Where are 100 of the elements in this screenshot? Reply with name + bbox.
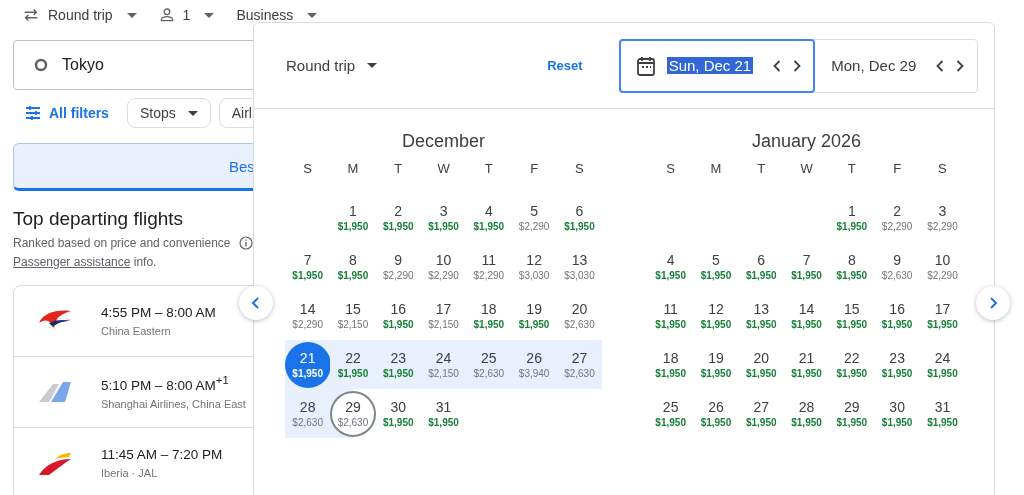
calendar-day[interactable]: 15 $2,150 — [329, 292, 376, 339]
calendar-day[interactable]: 8 $1,950 — [329, 243, 376, 290]
month-title: December — [401, 131, 486, 153]
calendar-day[interactable]: 5 $1,950 — [692, 243, 739, 290]
calendar-day[interactable]: 26 $1,950 — [692, 390, 739, 437]
calendar-day[interactable]: 20 $1,950 — [738, 341, 785, 388]
airline-names: Shanghai Airlines, China East — [101, 397, 246, 410]
calendar-day[interactable]: 13 $1,950 — [738, 292, 785, 339]
passengers-dropdown[interactable]: 1 — [158, 7, 215, 23]
calendar-day[interactable]: 22 $1,950 — [828, 341, 875, 388]
weekday-label: T — [846, 161, 857, 178]
weekday-label: F — [529, 161, 540, 178]
trip-type-dropdown[interactable]: Round trip — [22, 6, 137, 24]
calendar-day[interactable]: 9 $2,630 — [874, 243, 921, 290]
calendar-day[interactable]: 7 $1,950 — [783, 243, 830, 290]
weekday-label: S — [302, 161, 313, 178]
calendar-day[interactable]: 16 $1,950 — [874, 292, 921, 339]
info-text: info. — [133, 255, 157, 269]
weekday-label: M — [709, 161, 723, 178]
weekday-label: T — [393, 161, 404, 178]
calendar-day[interactable]: 2 $2,290 — [874, 194, 921, 241]
filter-chip[interactable]: Stops — [126, 98, 211, 128]
calendar-day[interactable]: 25 $1,950 — [647, 390, 694, 437]
calendar-day[interactable]: 21 $1,950 — [783, 341, 830, 388]
calendar-day[interactable]: 6 $1,950 — [556, 194, 603, 241]
weekday-label: M — [346, 161, 360, 178]
calendar-day[interactable]: 1 $1,950 — [828, 194, 875, 241]
weekday-label: T — [756, 161, 767, 178]
calendar-day[interactable]: 21 $1,950 — [284, 341, 331, 388]
calendar-day[interactable]: 29 $2,630 — [329, 390, 376, 437]
calendar-day[interactable]: 8 $1,950 — [828, 243, 875, 290]
calendar-day[interactable]: 4 $1,950 — [647, 243, 694, 290]
origin-field[interactable]: Tokyo — [13, 40, 253, 90]
calendar-day[interactable]: 19 $1,950 — [692, 341, 739, 388]
next-month-button[interactable] — [976, 286, 1010, 320]
calendar-day[interactable]: 4 $1,950 — [465, 194, 512, 241]
calendar-day[interactable]: 31 $1,950 — [919, 390, 966, 437]
calendar-day[interactable]: 9 $2,290 — [375, 243, 422, 290]
results-heading: Top departing flights — [13, 208, 185, 230]
calendar-day[interactable]: 3 $1,950 — [420, 194, 467, 241]
calendar-day[interactable]: 14 $2,290 — [284, 292, 331, 339]
ring-icon — [34, 58, 48, 72]
filter-chip[interactable]: Airli — [218, 98, 253, 128]
weekday-label: S — [937, 161, 948, 178]
calendar-day[interactable]: 25 $2,630 — [465, 341, 512, 388]
passenger-assistance-link[interactable]: Passenger assistance — [13, 255, 131, 269]
calendar-day[interactable]: 13 $3,030 — [556, 243, 603, 290]
calendar-day[interactable]: 22 $1,950 — [329, 341, 376, 388]
info-icon — [238, 236, 253, 250]
trip-type-dropdown[interactable]: Round trip — [286, 57, 378, 74]
calendar-day[interactable]: 23 $1,950 — [375, 341, 422, 388]
calendar-day[interactable]: 14 $1,950 — [783, 292, 830, 339]
calendar-day[interactable]: 24 $2,150 — [420, 341, 467, 388]
calendar-day[interactable]: 19 $1,950 — [511, 292, 558, 339]
calendar-day[interactable]: 11 $1,950 — [647, 292, 694, 339]
calendar-day[interactable]: 10 $2,290 — [420, 243, 467, 290]
calendar-day[interactable]: 30 $1,950 — [375, 390, 422, 437]
calendar-day[interactable]: 2 $1,950 — [375, 194, 422, 241]
calendar-day[interactable]: 28 $1,950 — [783, 390, 830, 437]
calendar-day[interactable]: 20 $2,630 — [556, 292, 603, 339]
calendar-day[interactable]: 17 $1,950 — [919, 292, 966, 339]
chevron-right-icon — [987, 296, 999, 310]
calendar-day[interactable]: 7 $1,950 — [284, 243, 331, 290]
calendar-day[interactable]: 24 $1,950 — [919, 341, 966, 388]
calendar-day[interactable]: 28 $2,630 — [284, 390, 331, 437]
calendar-day[interactable]: 16 $1,950 — [375, 292, 422, 339]
calendar-day[interactable]: 17 $2,150 — [420, 292, 467, 339]
month-title: January 2026 — [750, 131, 863, 153]
calendar-day[interactable]: 3 $2,290 — [919, 194, 966, 241]
chevron-left-icon — [250, 296, 262, 310]
calendar-day[interactable]: 30 $1,950 — [874, 390, 921, 437]
calendar-day[interactable]: 6 $1,950 — [738, 243, 785, 290]
reset-button[interactable]: Reset — [547, 58, 583, 73]
calendar-day[interactable]: 29 $1,950 — [828, 390, 875, 437]
airline-names: Iberia · JAL — [101, 467, 159, 479]
calendar-day[interactable]: 31 $1,950 — [420, 390, 467, 437]
all-filters-button[interactable]: All filters — [13, 98, 119, 128]
calendar-day[interactable]: 18 $1,950 — [465, 292, 512, 339]
airline-names: China Eastern — [101, 325, 172, 337]
cabin-dropdown[interactable]: Business — [236, 7, 318, 23]
weekday-label: W — [436, 161, 451, 178]
calendar-day[interactable]: 18 $1,950 — [647, 341, 694, 388]
calendar-day[interactable]: 23 $1,950 — [874, 341, 921, 388]
calendar-day[interactable]: 12 $1,950 — [692, 292, 739, 339]
person-icon — [158, 7, 175, 23]
calendar-day[interactable]: 15 $1,950 — [828, 292, 875, 339]
calendar-day[interactable]: 1 $1,950 — [329, 194, 376, 241]
calendar-day[interactable]: 11 $2,290 — [465, 243, 512, 290]
calendar-day[interactable]: 5 $2,290 — [511, 194, 558, 241]
weekday-label: S — [574, 161, 585, 178]
calendar-day[interactable]: 27 $2,630 — [556, 341, 603, 388]
calendar-day[interactable]: 26 $3,940 — [511, 341, 558, 388]
calendar-day[interactable]: 10 $2,290 — [919, 243, 966, 290]
weekday-label: T — [483, 161, 494, 178]
previous-month-button[interactable] — [239, 286, 273, 320]
weekday-label: F — [892, 161, 903, 178]
calendar-day[interactable]: 27 $1,950 — [738, 390, 785, 437]
results-subtitle: Ranked based on price and convenience — [13, 236, 231, 250]
weekday-label: W — [799, 161, 814, 178]
calendar-day[interactable]: 12 $3,030 — [511, 243, 558, 290]
